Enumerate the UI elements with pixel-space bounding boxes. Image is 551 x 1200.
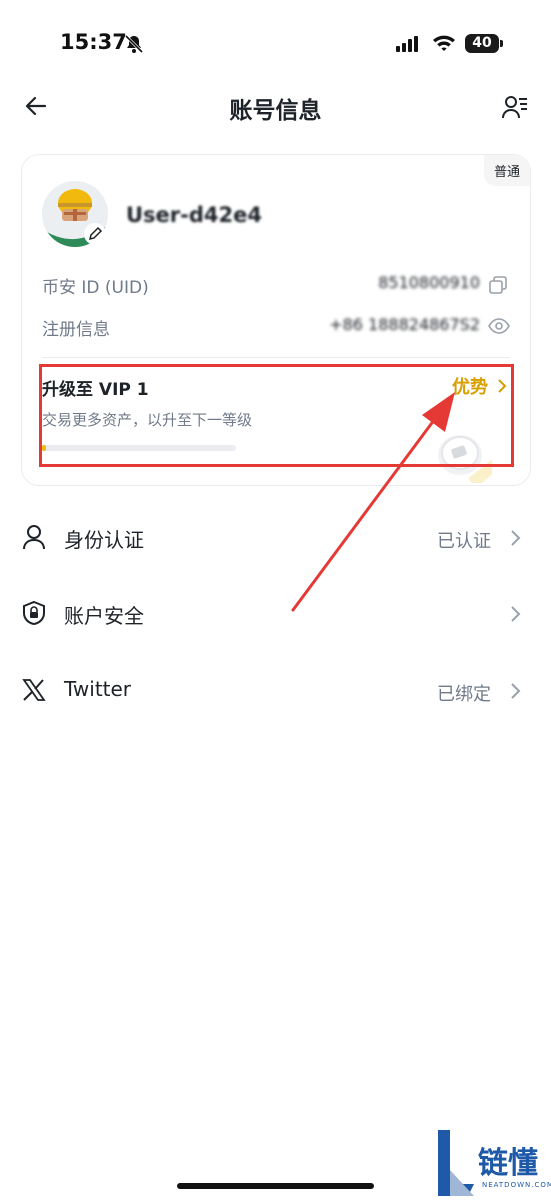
x-logo-icon: [22, 679, 46, 701]
watermark-subtext: NEATDOWN.COM: [482, 1181, 551, 1189]
eye-icon[interactable]: [488, 317, 510, 335]
person-icon: [23, 525, 45, 550]
uid-value: 8510800910: [378, 273, 480, 292]
annotation-highlight-box: [39, 364, 514, 467]
menu-label-security: 账户安全: [64, 604, 144, 628]
menu-row-twitter[interactable]: Twitter 已绑定: [0, 663, 551, 717]
username: User-d42e4: [126, 203, 262, 227]
status-time: 15:37: [60, 30, 127, 54]
page-title: 账号信息: [229, 98, 322, 124]
battery-tip: [500, 40, 503, 47]
tier-badge: 普通: [483, 155, 530, 186]
wifi-icon: [433, 35, 455, 51]
menu-status-twitter: 已绑定: [437, 684, 491, 705]
chevron-right-icon: [511, 530, 521, 546]
watermark-text: 链懂: [478, 1146, 538, 1181]
watermark-logo-icon: [438, 1130, 474, 1196]
menu-label-identity: 身份认证: [64, 528, 144, 552]
chevron-right-icon: [511, 606, 521, 622]
bell-muted-icon: [124, 34, 144, 54]
edit-pencil-icon[interactable]: [84, 223, 106, 245]
profile-list-icon[interactable]: [501, 93, 529, 121]
home-indicator: [177, 1183, 374, 1189]
menu-status-identity: 已认证: [437, 531, 491, 552]
menu-label-twitter: Twitter: [64, 677, 132, 701]
copy-icon[interactable]: [488, 275, 508, 295]
cellular-signal-icon: [396, 36, 418, 52]
registration-value: +86 188824867S2: [329, 315, 480, 334]
chevron-right-icon: [511, 683, 521, 699]
registration-label: 注册信息: [42, 320, 110, 340]
menu-row-identity[interactable]: 身份认证 已认证: [0, 510, 551, 564]
menu-row-security[interactable]: 账户安全: [0, 586, 551, 640]
shield-lock-icon: [23, 600, 45, 626]
divider: [42, 357, 510, 358]
uid-label: 币安 ID (UID): [42, 278, 149, 298]
battery-indicator: 40: [465, 34, 499, 53]
